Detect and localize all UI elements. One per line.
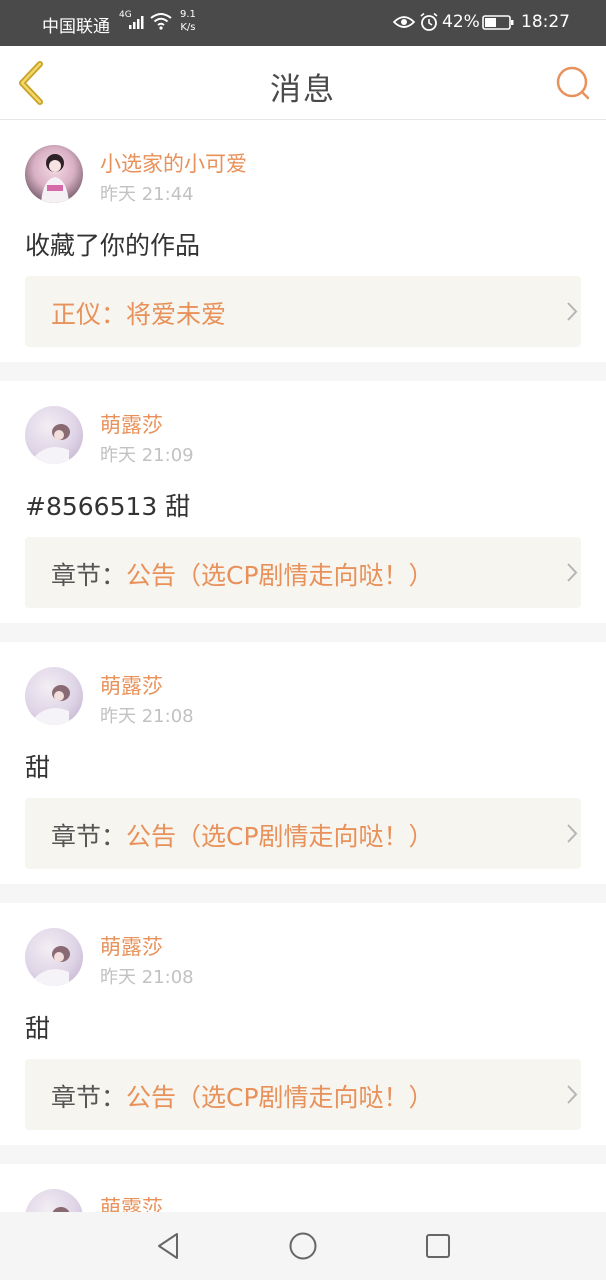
ref-title: 公告（选CP剧情走向哒！） (126, 1083, 434, 1112)
avatar[interactable] (25, 928, 83, 986)
referenced-chapter-label: 章节：公告（选CP剧情走向哒！） (51, 817, 434, 853)
system-nav-bar (0, 1212, 606, 1280)
chevron-right-icon (567, 302, 578, 321)
net-speed: 9.1 K/s (180, 8, 196, 34)
message-time: 昨天 21:09 (100, 445, 194, 466)
sender-name[interactable]: 萌露莎 (100, 1192, 163, 1212)
search-icon[interactable] (552, 64, 592, 104)
avatar-figure-icon (35, 685, 70, 725)
clock: 18:27 (521, 12, 570, 32)
referenced-chapter[interactable]: 章节：公告（选CP剧情走向哒！） (25, 537, 581, 608)
wifi-icon (150, 13, 172, 30)
ref-prefix: 章节： (51, 561, 127, 590)
referenced-chapter[interactable]: 章节：公告（选CP剧情走向哒！） (25, 1059, 581, 1130)
message-card: 萌露莎 昨天 21:09 #8566513 甜 章节：公告（选CP剧情走向哒！） (0, 381, 606, 623)
net-speed-value: 9.1 (180, 9, 196, 20)
battery-percent: 42% (442, 12, 480, 32)
nav-home-icon[interactable] (285, 1228, 321, 1264)
avatar-figure-icon (52, 1207, 70, 1212)
avatar[interactable] (25, 667, 83, 725)
sender-name[interactable]: 萌露莎 (100, 931, 163, 961)
avatar[interactable] (25, 145, 83, 203)
referenced-chapter[interactable]: 章节：公告（选CP剧情走向哒！） (25, 798, 581, 869)
ref-title: 将爱未爱 (126, 300, 227, 329)
sender-name[interactable]: 小选家的小可爱 (100, 148, 247, 178)
chevron-right-icon (567, 1085, 578, 1104)
message-card: 小选家的小可爱 昨天 21:44 收藏了你的作品 正仪：将爱未爱 (0, 120, 606, 362)
eye-icon (393, 16, 415, 28)
message-text: 甜 (25, 1014, 51, 1043)
message-text: 收藏了你的作品 (25, 231, 201, 260)
net-speed-unit: K/s (180, 22, 196, 33)
message-time: 昨天 21:08 (100, 967, 194, 988)
referenced-chapter-label: 章节：公告（选CP剧情走向哒！） (51, 556, 434, 592)
sender-name[interactable]: 萌露莎 (100, 670, 163, 700)
ref-prefix: 正仪： (51, 300, 127, 329)
page-title: 消息 (270, 72, 336, 108)
avatar[interactable] (25, 1189, 83, 1212)
nav-back-icon[interactable] (151, 1228, 187, 1264)
ref-prefix: 章节： (51, 822, 127, 851)
chevron-right-icon (567, 824, 578, 843)
avatar-figure-icon (35, 946, 70, 986)
referenced-work-label: 正仪：将爱未爱 (51, 295, 226, 331)
message-card: 萌露莎 昨天 21:08 甜 章节：公告（选CP剧情走向哒！） (0, 903, 606, 1145)
chevron-right-icon (567, 563, 578, 582)
ref-prefix: 章节： (51, 1083, 127, 1112)
battery-icon (482, 15, 514, 30)
avatar-figure-icon (35, 424, 70, 464)
sender-name[interactable]: 萌露莎 (100, 409, 163, 439)
referenced-chapter-label: 章节：公告（选CP剧情走向哒！） (51, 1078, 434, 1114)
status-bar: 中国联通 4G 9.1 K/s 42% 18:27 (0, 0, 606, 46)
message-text: #8566513 甜 (25, 492, 191, 521)
message-time: 昨天 21:08 (100, 706, 194, 727)
avatar[interactable] (25, 406, 83, 464)
avatar-figure-icon (41, 154, 69, 203)
signal-icon (129, 16, 144, 29)
message-text: 甜 (25, 753, 51, 782)
message-time: 昨天 21:44 (100, 184, 194, 205)
message-card: 萌露莎 昨天 21:08 甜 章节：公告（选CP剧情走向哒！） (0, 642, 606, 884)
carrier-label: 中国联通 (42, 17, 110, 37)
ref-title: 公告（选CP剧情走向哒！） (126, 561, 434, 590)
message-card: 萌露莎 (0, 1164, 606, 1212)
referenced-work[interactable]: 正仪：将爱未爱 (25, 276, 581, 347)
nav-recents-icon[interactable] (420, 1228, 456, 1264)
app-header: 消息 (0, 46, 606, 120)
alarm-icon (420, 12, 438, 31)
ref-title: 公告（选CP剧情走向哒！） (126, 822, 434, 851)
